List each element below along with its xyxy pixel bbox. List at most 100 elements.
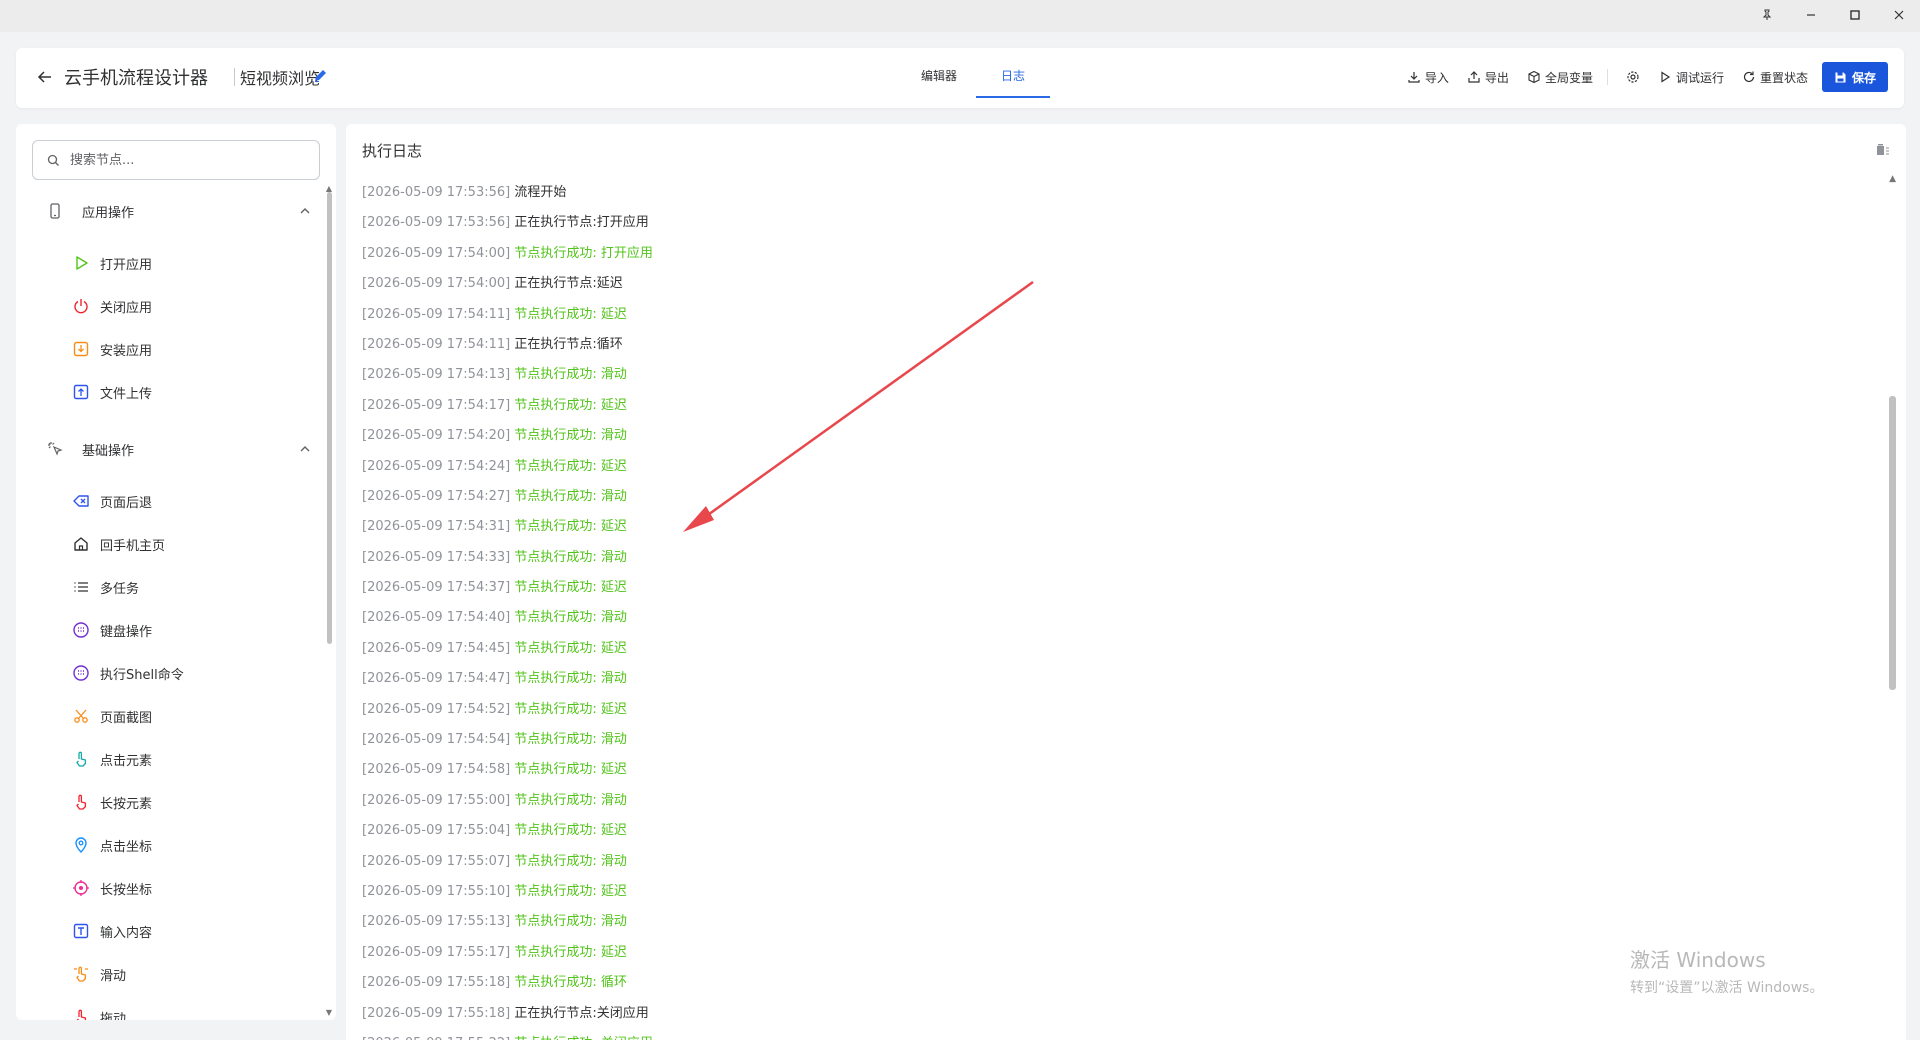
log-message: 节点执行成功: 滑动	[514, 549, 627, 565]
watermark-subtitle: 转到“设置”以激活 Windows。	[1630, 980, 1824, 996]
node-label: 长按元素	[100, 796, 153, 812]
list-icon	[74, 582, 88, 592]
node-click-coordinate[interactable]: 点击坐标	[72, 834, 152, 856]
import-button[interactable]: 导入	[1407, 62, 1449, 92]
back-arrow-icon[interactable]	[34, 66, 56, 88]
window-titlebar	[0, 0, 1920, 32]
sidebar-scrollbar[interactable]	[327, 192, 332, 644]
chevron-up-icon[interactable]	[298, 204, 312, 218]
edit-pencil-icon[interactable]	[312, 68, 328, 84]
location-pin-icon	[75, 837, 87, 853]
upload-icon	[73, 384, 89, 400]
node-input-text[interactable]: 输入内容	[72, 920, 152, 942]
node-home[interactable]: 回手机主页	[72, 533, 165, 555]
reset-state-button[interactable]: 重置状态	[1742, 62, 1808, 92]
node-long-press-coordinate[interactable]: 长按坐标	[72, 877, 152, 899]
back-icon	[73, 495, 89, 507]
node-long-press-element[interactable]: 长按元素	[72, 791, 152, 813]
log-message: 节点执行成功: 延迟	[514, 640, 627, 656]
node-shell[interactable]: 执行Shell命令	[72, 662, 184, 684]
scroll-up-arrow[interactable]: ▲	[1889, 174, 1896, 184]
log-timestamp: [2026-05-09 17:55:18]	[362, 975, 511, 991]
node-install-app[interactable]: 安装应用	[72, 338, 152, 360]
node-page-back[interactable]: 页面后退	[72, 490, 152, 512]
scroll-down-arrow[interactable]: ▼	[326, 1008, 332, 1017]
group-basic-operations[interactable]: 基础操作	[46, 438, 316, 460]
node-file-upload[interactable]: 文件上传	[72, 381, 152, 403]
minimize-icon[interactable]	[1802, 6, 1820, 24]
maximize-icon[interactable]	[1846, 6, 1864, 24]
log-timestamp: [2026-05-09 17:55:13]	[362, 914, 511, 930]
text-input-icon	[73, 923, 89, 939]
log-entry: [2026-05-09 17:54:24] 节点执行成功: 延迟	[362, 452, 1862, 482]
close-icon[interactable]	[1890, 6, 1908, 24]
log-entry: [2026-05-09 17:54:00] 节点执行成功: 打开应用	[362, 239, 1862, 269]
log-message: 正在执行节点:打开应用	[514, 215, 649, 231]
flow-name[interactable]: 短视频浏览	[240, 65, 320, 89]
log-entry: [2026-05-09 17:54:00] 正在执行节点:延迟	[362, 269, 1862, 299]
target-icon	[73, 880, 89, 896]
play-icon	[1661, 71, 1671, 83]
node-open-app[interactable]: 打开应用	[72, 252, 152, 274]
group-label: 应用操作	[82, 205, 135, 221]
log-timestamp: [2026-05-09 17:54:24]	[362, 458, 511, 474]
search-input[interactable]	[68, 151, 298, 169]
log-entry: [2026-05-09 17:54:37] 节点执行成功: 延迟	[362, 573, 1862, 603]
node-screenshot[interactable]: 页面截图	[72, 705, 152, 727]
pin-icon[interactable]	[1758, 6, 1776, 24]
log-message: 节点执行成功: 关闭应用	[514, 1036, 653, 1040]
log-entry: [2026-05-09 17:54:33] 节点执行成功: 滑动	[362, 543, 1862, 573]
keyboard-icon	[73, 622, 89, 638]
node-label: 点击元素	[100, 753, 153, 769]
log-message: 正在执行节点:循环	[514, 336, 623, 352]
log-message: 节点执行成功: 滑动	[514, 792, 627, 808]
group-app-operations[interactable]: 应用操作	[46, 200, 316, 222]
log-entry: [2026-05-09 17:54:13] 节点执行成功: 滑动	[362, 360, 1862, 390]
node-label: 文件上传	[100, 386, 153, 402]
node-drag[interactable]: 拖动	[72, 1006, 126, 1020]
log-timestamp: [2026-05-09 17:54:31]	[362, 519, 511, 535]
variables-label: 全局变量	[1544, 70, 1593, 85]
log-timestamp: [2026-05-09 17:54:33]	[362, 549, 511, 565]
log-message: 节点执行成功: 打开应用	[514, 245, 653, 261]
log-scrollbar[interactable]	[1889, 396, 1896, 690]
save-button[interactable]: 保存	[1821, 62, 1888, 92]
clear-log-icon[interactable]	[1876, 142, 1890, 156]
log-message: 节点执行成功: 滑动	[514, 732, 627, 748]
log-message: 流程开始	[514, 185, 567, 200]
home-icon	[74, 537, 88, 551]
log-entry: [2026-05-09 17:54:54] 节点执行成功: 滑动	[362, 725, 1862, 755]
tab-log[interactable]: 日志	[976, 58, 1050, 98]
node-multitask[interactable]: 多任务	[72, 576, 139, 598]
export-button[interactable]: 导出	[1467, 62, 1509, 92]
log-entry: [2026-05-09 17:54:11] 节点执行成功: 延迟	[362, 300, 1862, 330]
node-palette-sidebar: 应用操作 打开应用 关闭应用 安装应用 文件上传 基础操作 页面后退 回手机主页…	[16, 124, 336, 1020]
log-timestamp: [2026-05-09 17:53:56]	[362, 185, 511, 200]
node-click-element[interactable]: 点击元素	[72, 748, 152, 770]
chevron-up-icon[interactable]	[298, 442, 312, 456]
install-icon	[73, 341, 89, 357]
drag-icon	[76, 1009, 87, 1020]
node-label: 输入内容	[100, 925, 153, 941]
node-label: 键盘操作	[100, 624, 153, 640]
node-close-app[interactable]: 关闭应用	[72, 295, 152, 317]
node-label: 关闭应用	[100, 300, 153, 316]
tab-editor[interactable]: 编辑器	[902, 58, 976, 94]
node-label: 滑动	[100, 968, 127, 984]
windows-activation-watermark: 激活 Windows 转到“设置”以激活 Windows。	[1630, 944, 1823, 997]
global-variables-button[interactable]: 全局变量	[1527, 62, 1593, 92]
log-entry: [2026-05-09 17:54:47] 节点执行成功: 滑动	[362, 664, 1862, 694]
debug-run-button[interactable]: 调试运行	[1658, 62, 1724, 92]
log-message: 节点执行成功: 滑动	[514, 610, 627, 626]
log-timestamp: [2026-05-09 17:54:54]	[362, 732, 511, 748]
settings-button[interactable]	[1626, 62, 1640, 92]
refresh-icon	[1743, 71, 1755, 83]
search-box[interactable]	[32, 140, 320, 180]
node-keyboard[interactable]: 键盘操作	[72, 619, 152, 641]
log-timestamp: [2026-05-09 17:54:11]	[362, 336, 511, 352]
log-timestamp: [2026-05-09 17:54:20]	[362, 428, 511, 444]
search-icon	[47, 154, 59, 166]
log-message: 节点执行成功: 滑动	[514, 428, 627, 444]
log-timestamp: [2026-05-09 17:54:11]	[362, 306, 511, 322]
node-swipe[interactable]: 滑动	[72, 963, 126, 985]
